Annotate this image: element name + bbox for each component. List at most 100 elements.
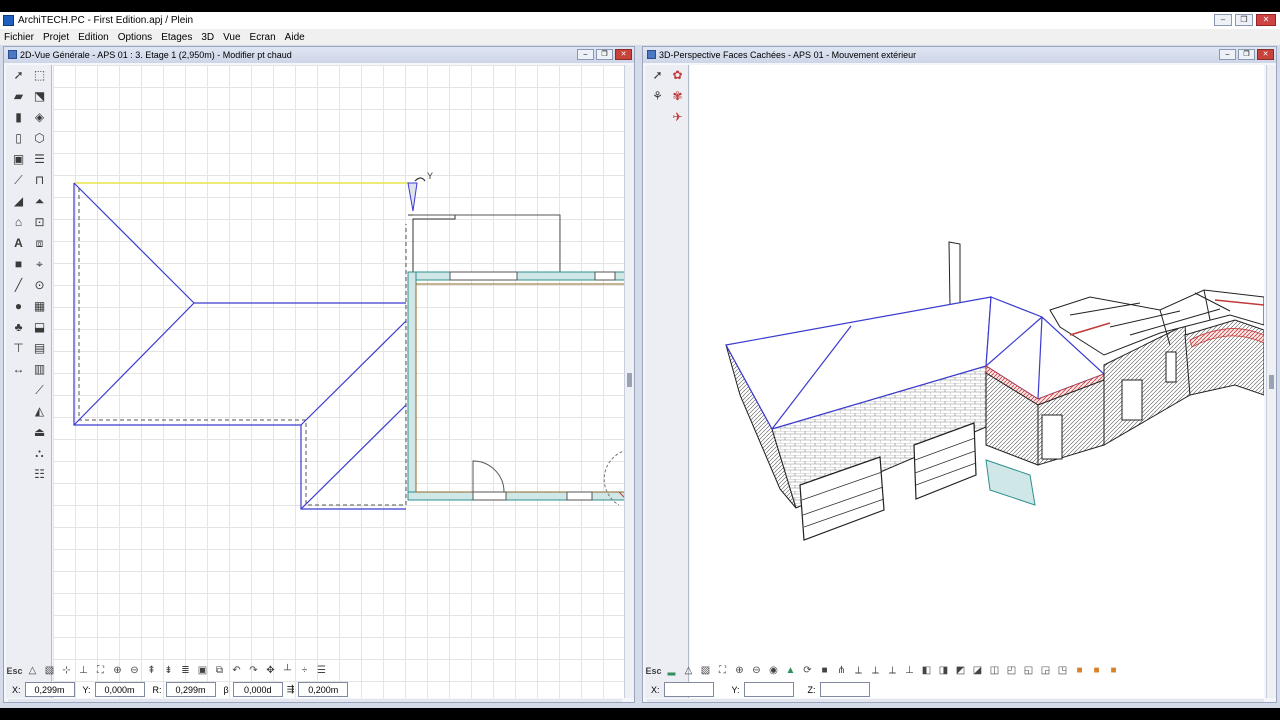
move-tool-icon[interactable]: ⬔ [31, 88, 48, 104]
cote-tool-icon[interactable]: ↔ [10, 361, 27, 377]
cube-front-icon[interactable]: ◧ [919, 664, 934, 678]
rectangle-tool-icon[interactable]: ■ [10, 256, 27, 272]
dimension-tool-icon[interactable]: ⊓ [31, 172, 48, 188]
perspective-canvas[interactable] [690, 65, 1264, 698]
cube-back-icon[interactable]: ◨ [936, 664, 951, 678]
render-textured-icon[interactable]: ■ [1106, 664, 1121, 678]
rotate-3d-icon[interactable]: ✾ [669, 88, 686, 104]
minimize-button[interactable]: ‒ [1214, 14, 1232, 26]
cube-iso4-icon[interactable]: ◳ [1055, 664, 1070, 678]
wall-tool-icon[interactable]: ▰ [10, 88, 27, 104]
circle-tool-icon[interactable]: ● [10, 298, 27, 314]
view-3d-minimize-button[interactable]: ‒ [1219, 49, 1236, 60]
zoom-window-icon[interactable]: ⊡ [31, 214, 48, 230]
triangle-icon[interactable]: △ [681, 664, 696, 678]
eye-icon[interactable]: ◉ [766, 664, 781, 678]
terrain-icon[interactable]: ▂ [664, 664, 679, 678]
menu-projet[interactable]: Projet [43, 32, 69, 43]
zoom-out-icon[interactable]: ⊖ [749, 664, 764, 678]
group-tool-icon[interactable]: ⧈ [31, 235, 48, 251]
section-icon[interactable]: ⋔ [834, 664, 849, 678]
menu-ecran[interactable]: Ecran [250, 32, 276, 43]
cube-top-icon[interactable]: ◫ [987, 664, 1002, 678]
hatch-icon[interactable]: ▧ [42, 664, 57, 678]
landscape-icon[interactable]: ▲ [783, 664, 798, 678]
scroll-thumb[interactable] [1269, 375, 1274, 389]
cube-iso2-icon[interactable]: ◱ [1021, 664, 1036, 678]
view-3d-restore-button[interactable]: ❐ [1238, 49, 1255, 60]
menu-3d[interactable]: 3D [201, 32, 214, 43]
refresh-icon[interactable]: ⟳ [800, 664, 815, 678]
list-tool-icon[interactable]: ☷ [31, 466, 48, 482]
perspective-horizontal-scrollbar[interactable] [647, 699, 1264, 702]
camera-tool-icon[interactable]: ⛬ [31, 445, 48, 461]
stairs-tool-icon[interactable]: ☰ [31, 151, 48, 167]
door-tool-icon[interactable]: ▮ [10, 109, 27, 125]
hatch-tool-icon[interactable]: ▥ [31, 361, 48, 377]
select-arrow-icon[interactable]: ➚ [10, 67, 27, 83]
orbit-icon[interactable]: ✿ [669, 67, 686, 83]
window-tool-icon[interactable]: ▯ [10, 130, 27, 146]
furniture-tool-icon[interactable]: ♣ [10, 319, 27, 335]
z-coordinate-field[interactable] [819, 682, 870, 697]
plan-horizontal-scrollbar[interactable] [8, 699, 622, 702]
stack-icon[interactable]: ☰ [314, 664, 329, 678]
cube-right-icon[interactable]: ◪ [970, 664, 985, 678]
view-2d-restore-button[interactable]: ❐ [596, 49, 613, 60]
zoom-extents-icon[interactable]: ⛶ [715, 664, 730, 678]
restore-button[interactable]: ❐ [1235, 14, 1253, 26]
magnify-tool-icon[interactable]: ⊙ [31, 277, 48, 293]
polygon-tool-icon[interactable]: ⬡ [31, 130, 48, 146]
snap-grid-icon[interactable]: ⊹ [59, 664, 74, 678]
close-button[interactable]: ✕ [1256, 14, 1276, 26]
level-up-icon[interactable]: ⇞ [144, 664, 159, 678]
angle-field[interactable]: 0,000d [232, 682, 283, 697]
snap-tool-icon[interactable]: ⌖ [31, 256, 48, 272]
scroll-thumb[interactable] [627, 373, 632, 387]
shape-tool-icon[interactable]: ⏶ [31, 193, 48, 209]
slope-tool-icon[interactable]: ⟋ [31, 382, 48, 398]
select-frame-icon[interactable]: ⬚ [31, 67, 48, 83]
menu-fichier[interactable]: Fichier [4, 32, 34, 43]
align-icon[interactable]: ┴ [280, 664, 295, 678]
line-tool-icon[interactable]: ╱ [10, 277, 27, 293]
zoom-out-icon[interactable]: ⊖ [127, 664, 142, 678]
menu-edition[interactable]: Edition [78, 32, 109, 43]
elevation-tool-icon[interactable]: ⏏ [31, 424, 48, 440]
render-shaded-icon[interactable]: ■ [1089, 664, 1104, 678]
height-field[interactable]: 0,200m [298, 682, 349, 697]
y-coordinate-field[interactable]: 0,000m [94, 682, 145, 697]
y-coordinate-field[interactable] [743, 682, 794, 697]
view-2d-close-button[interactable]: ✕ [615, 49, 632, 60]
menu-etages[interactable]: Etages [161, 32, 192, 43]
zoom-extents-icon[interactable]: ⛶ [93, 664, 108, 678]
escape-button[interactable]: Esc [6, 664, 23, 678]
hatch-icon[interactable]: ▧ [698, 664, 713, 678]
rotate-tool-icon[interactable]: ◈ [31, 109, 48, 125]
beam-tool-icon[interactable]: ⟋ [10, 172, 27, 188]
frame-icon[interactable]: ▣ [195, 664, 210, 678]
ortho-icon[interactable]: ⊥ [76, 664, 91, 678]
triangle-icon[interactable]: △ [25, 664, 40, 678]
select-arrow-icon[interactable]: ➚ [649, 67, 666, 83]
pan-icon[interactable]: ✥ [263, 664, 278, 678]
copy-icon[interactable]: ⧉ [212, 664, 227, 678]
roof-tool-icon[interactable]: ⌂ [10, 214, 27, 230]
menu-aide[interactable]: Aide [285, 32, 305, 43]
cube-iso3-icon[interactable]: ◲ [1038, 664, 1053, 678]
render-icon[interactable]: ■ [1072, 664, 1087, 678]
perspective-vertical-scrollbar[interactable] [1266, 65, 1276, 698]
x-coordinate-field[interactable] [663, 682, 714, 697]
zoom-in-icon[interactable]: ⊕ [110, 664, 125, 678]
view-3d-close-button[interactable]: ✕ [1257, 49, 1274, 60]
fly-icon[interactable]: ✈ [669, 109, 686, 125]
x-coordinate-field[interactable]: 0,299m [24, 682, 75, 697]
zoom-in-icon[interactable]: ⊕ [732, 664, 747, 678]
text-tool-icon[interactable]: A [10, 235, 27, 251]
level-down-icon[interactable]: ⇟ [161, 664, 176, 678]
axis-y-icon[interactable]: ⟂ [868, 664, 883, 678]
plan-canvas[interactable]: Y [53, 65, 627, 698]
measure-tool-icon[interactable]: ⬓ [31, 319, 48, 335]
redo-icon[interactable]: ↷ [246, 664, 261, 678]
box-view-icon[interactable]: ■ [817, 664, 832, 678]
